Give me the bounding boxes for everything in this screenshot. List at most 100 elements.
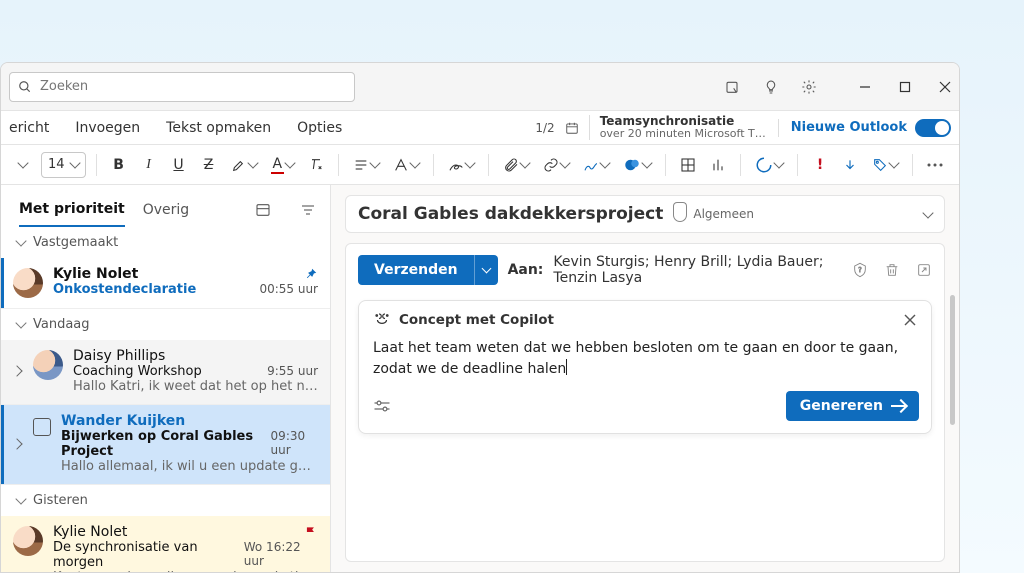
italic-button[interactable]: I <box>137 151 161 179</box>
message-list-pane: Met prioriteit Overig Vastgemaakt Kylie … <box>1 185 331 572</box>
font-size-value: 14 <box>48 157 65 172</box>
mail-time: 9:55 uur <box>267 364 318 379</box>
minimize-button[interactable] <box>859 81 871 93</box>
formatting-toolbar: 14 B I U Z A ! <box>1 145 959 185</box>
generate-button[interactable]: Genereren <box>786 391 919 421</box>
group-yesterday[interactable]: Gisteren <box>1 485 330 516</box>
link-button[interactable] <box>539 151 573 179</box>
close-icon[interactable] <box>903 313 917 327</box>
tab-format-text[interactable]: Tekst opmaken <box>164 114 273 142</box>
highlight-button[interactable] <box>227 151 261 179</box>
attach-button[interactable] <box>499 151 533 179</box>
arrow-right-icon <box>891 405 905 407</box>
expand-icon[interactable] <box>11 438 22 449</box>
svg-text:?: ? <box>858 266 862 274</box>
signature-button[interactable] <box>579 151 613 179</box>
tab-insert[interactable]: Invoegen <box>73 114 142 142</box>
table-button[interactable] <box>676 151 700 179</box>
importance-low-button[interactable] <box>838 151 862 179</box>
copilot-title: Concept met Copilot <box>399 312 554 328</box>
copilot-toolbar-button[interactable] <box>619 151 655 179</box>
to-label: Aan: <box>508 262 544 278</box>
tab-focused[interactable]: Met prioriteit <box>19 193 125 227</box>
delete-draft-icon[interactable] <box>884 261 900 279</box>
tab-options[interactable]: Opties <box>295 114 344 142</box>
mail-subject: Coaching Workshop <box>73 364 202 379</box>
mail-item[interactable]: Kylie Nolet Onkostendeclaratie00:55 uur <box>1 258 330 309</box>
mail-preview: Kunt u een koppeling naar de marketing… <box>53 570 318 572</box>
group-today[interactable]: Vandaag <box>1 309 330 340</box>
strikethrough-button[interactable]: Z <box>197 151 221 179</box>
tab-message[interactable]: ericht <box>7 114 51 142</box>
tag-button[interactable] <box>868 151 902 179</box>
mail-checkbox[interactable] <box>33 418 51 436</box>
scrollbar-thumb[interactable] <box>950 295 955 425</box>
avatar <box>33 350 63 380</box>
reading-pane: Coral Gables dakdekkersproject Algemeen … <box>331 185 959 572</box>
importance-high-button[interactable]: ! <box>808 151 832 179</box>
paragraph-button[interactable] <box>349 151 383 179</box>
mail-time: 00:55 uur <box>259 282 318 297</box>
send-button[interactable]: Verzenden <box>358 255 474 285</box>
compose-card: Verzenden Aan: Kevin Sturgis; Henry Bril… <box>345 243 945 562</box>
text-cursor <box>566 359 567 375</box>
to-recipients[interactable]: Kevin Sturgis; Henry Brill; Lydia Bauer;… <box>553 254 832 286</box>
popout-icon[interactable] <box>916 262 932 278</box>
subject-bar: Coral Gables dakdekkersproject Algemeen <box>345 195 945 233</box>
copilot-prompt-input[interactable]: Laat het team weten dat we hebben beslot… <box>359 333 931 383</box>
tab-other[interactable]: Overig <box>143 194 189 226</box>
font-size-dropdown[interactable]: 14 <box>41 152 86 178</box>
close-button[interactable] <box>939 81 951 93</box>
copilot-icon <box>373 311 391 329</box>
font-family-dropdown[interactable] <box>11 151 35 179</box>
mail-time: Wo 16:22 uur <box>244 540 318 570</box>
expand-icon[interactable] <box>11 365 22 376</box>
titlebar-actions <box>725 79 951 95</box>
toggle-switch[interactable] <box>915 119 951 137</box>
sensitivity-tag[interactable]: Algemeen <box>673 206 754 222</box>
adjust-icon[interactable] <box>373 399 391 413</box>
mail-item[interactable]: Daisy Phillips Coaching Workshop9:55 uur… <box>1 340 330 405</box>
thread-subject: Coral Gables dakdekkersproject <box>358 204 663 224</box>
collapse-icon[interactable] <box>922 207 933 218</box>
titlebar <box>1 63 959 111</box>
mail-sender: Kylie Nolet <box>53 524 127 540</box>
search-icon <box>18 80 32 94</box>
encrypt-icon[interactable]: ? <box>852 261 868 279</box>
lightbulb-icon[interactable] <box>763 79 779 95</box>
font-color-button[interactable]: A <box>267 151 299 179</box>
clear-formatting-button[interactable] <box>304 151 328 179</box>
ribbon-tabs-row: ericht Invoegen Tekst opmaken Opties 1/2… <box>1 111 959 145</box>
copilot-draft-card: Concept met Copilot Laat het team weten … <box>358 300 932 434</box>
gear-icon[interactable] <box>801 79 817 95</box>
calendar-peek-icon[interactable] <box>725 79 741 95</box>
search-box[interactable] <box>9 72 355 102</box>
loop-button[interactable] <box>751 151 787 179</box>
mail-item[interactable]: Kylie Nolet De synchronisatie van morgen… <box>1 516 330 572</box>
pin-icon <box>304 267 318 281</box>
mail-item-selected[interactable]: Wander Kuijken Bijwerken op Coral Gables… <box>1 405 330 485</box>
compose-header: Verzenden Aan: Kevin Sturgis; Henry Bril… <box>346 244 944 296</box>
upcoming-meeting[interactable]: Teamsynchronisatie over 20 minuten Micro… <box>589 115 766 140</box>
avatar <box>13 268 43 298</box>
send-dropdown[interactable] <box>474 255 498 285</box>
search-input[interactable] <box>40 79 346 94</box>
underline-button[interactable]: U <box>167 151 191 179</box>
mail-subject: De synchronisatie van morgen <box>53 540 236 570</box>
styles-button[interactable] <box>389 151 423 179</box>
list-tabs: Met prioriteit Overig <box>1 185 330 227</box>
maximize-button[interactable] <box>899 81 911 93</box>
draw-button[interactable] <box>444 151 478 179</box>
poll-button[interactable] <box>706 151 730 179</box>
message-counter: 1/2 <box>535 121 554 135</box>
group-pinned[interactable]: Vastgemaakt <box>1 227 330 258</box>
select-mode-icon[interactable] <box>254 202 272 218</box>
bold-button[interactable]: B <box>107 151 131 179</box>
new-outlook-toggle[interactable]: Nieuwe Outlook <box>778 119 951 137</box>
more-button[interactable] <box>923 151 947 179</box>
mail-sender: Wander Kuijken <box>61 413 185 429</box>
filter-icon[interactable] <box>300 202 316 218</box>
calendar-icon <box>565 121 579 135</box>
mail-preview: Hallo allemaal, ik wil u een update geve… <box>61 459 318 474</box>
send-split-button: Verzenden <box>358 255 498 285</box>
